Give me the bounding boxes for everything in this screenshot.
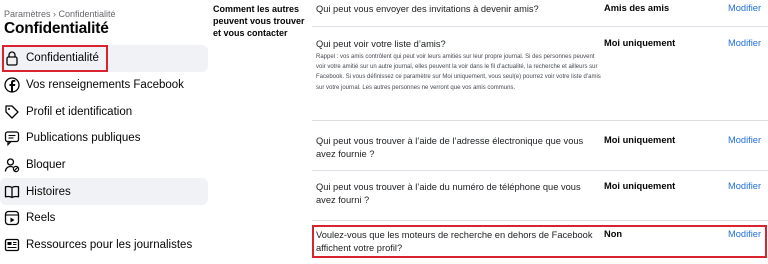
facebook-icon: [4, 77, 20, 93]
play-icon: [4, 210, 20, 226]
setting-value: Non: [604, 229, 623, 239]
setting-row-email-lookup: Qui peut vous trouver à l’aide de l’adre…: [312, 121, 768, 171]
book-icon: [4, 184, 20, 200]
setting-question: Qui peut vous trouver à l’aide de l’adre…: [316, 136, 584, 159]
sidebar-item-publications[interactable]: Publications publiques: [0, 125, 208, 152]
sidebar-item-label: Bloquer: [26, 159, 66, 172]
setting-question: Voulez-vous que les moteurs de recherche…: [316, 230, 593, 253]
settings-sidebar: Paramètres › Confidentialité Confidentia…: [0, 0, 210, 264]
tag-icon: [4, 104, 20, 120]
setting-question: Qui peut voir votre liste d’amis?: [316, 39, 446, 49]
edit-button[interactable]: Modifier: [728, 38, 761, 48]
sidebar-item-label: Profil et identification: [26, 105, 133, 118]
page-title: Confidentialité: [4, 20, 109, 37]
edit-button[interactable]: Modifier: [728, 181, 761, 191]
sidebar-item-label: Confidentialité: [26, 52, 99, 65]
sidebar-item-histoires[interactable]: Histoires: [0, 178, 208, 206]
setting-row-friend-requests: Qui peut vous envoyer des invitations à …: [312, 0, 768, 27]
sidebar-item-bloquer[interactable]: Bloquer: [0, 152, 208, 179]
sidebar-item-label: Histoires: [26, 185, 71, 198]
setting-note: Rappel : vos amis contrôlent qui peut vo…: [316, 54, 601, 91]
setting-row-search-engines: Voulez-vous que les moteurs de recherche…: [312, 221, 768, 264]
breadcrumb[interactable]: Paramètres › Confidentialité: [4, 9, 116, 19]
speech-bubble-icon: [4, 130, 20, 147]
sidebar-item-profil[interactable]: Profil et identification: [0, 98, 208, 125]
sidebar-item-confidentialite[interactable]: Confidentialité: [0, 45, 208, 72]
setting-row-friends-list: Qui peut voir votre liste d’amis? Rappel…: [312, 27, 768, 121]
edit-button[interactable]: Modifier: [728, 135, 761, 145]
sidebar-item-label: Vos renseignements Facebook: [26, 79, 184, 92]
edit-button[interactable]: Modifier: [728, 3, 761, 13]
section-label: Comment les autres peuvent vous trouver …: [213, 4, 305, 38]
setting-value: Amis des amis: [604, 3, 670, 13]
setting-value: Moi uniquement: [604, 38, 676, 48]
sidebar-nav: Confidentialité Vos renseignements Faceb…: [0, 45, 210, 259]
lock-icon: [4, 50, 20, 66]
sidebar-item-ressources[interactable]: Ressources pour les journalistes: [0, 232, 208, 259]
sidebar-item-label: Ressources pour les journalistes: [26, 239, 193, 252]
setting-row-phone-lookup: Qui peut vous trouver à l’aide du numéro…: [312, 171, 768, 221]
sidebar-item-label: Publications publiques: [26, 132, 141, 145]
setting-question: Qui peut vous trouver à l’aide du numéro…: [316, 182, 581, 205]
newspaper-icon: [4, 237, 20, 253]
setting-value: Moi uniquement: [604, 135, 676, 145]
sidebar-item-reels[interactable]: Reels: [0, 205, 208, 232]
sidebar-item-label: Reels: [26, 212, 56, 225]
edit-button[interactable]: Modifier: [728, 229, 761, 239]
block-user-icon: [4, 157, 20, 173]
setting-question: Qui peut vous envoyer des invitations à …: [316, 4, 539, 14]
sidebar-item-vos-renseignements[interactable]: Vos renseignements Facebook: [0, 72, 208, 99]
setting-value: Moi uniquement: [604, 181, 676, 191]
